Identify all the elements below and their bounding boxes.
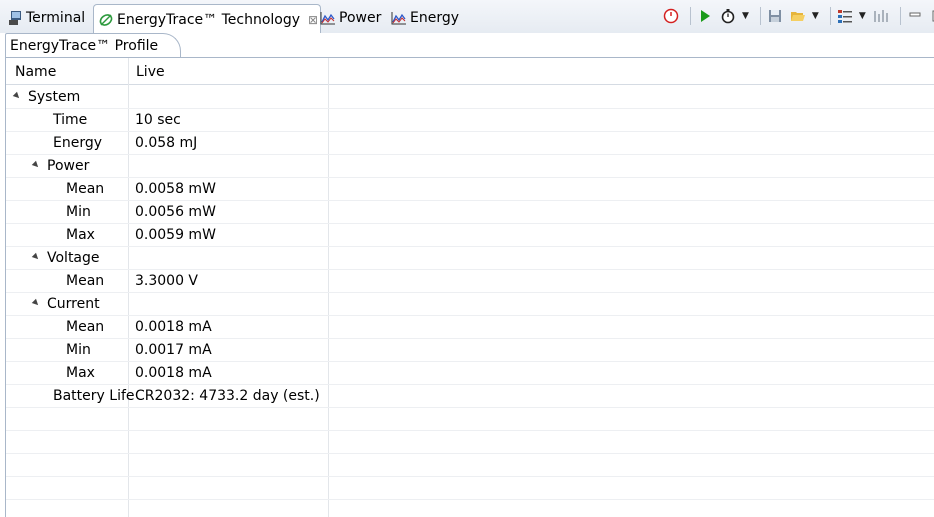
- chart-icon: [391, 10, 407, 26]
- table-row[interactable]: Mean 0.0058 mW: [6, 177, 934, 201]
- table-row: [6, 476, 934, 500]
- stop-icon[interactable]: [662, 7, 680, 25]
- row-name: Mean: [66, 319, 105, 335]
- table-row[interactable]: Mean 3.3000 V: [6, 269, 934, 293]
- row-name: System: [28, 89, 81, 105]
- tab-terminal[interactable]: Terminal: [7, 5, 85, 31]
- subtab-row: EnergyTrace™ Profile: [0, 33, 934, 58]
- table-row[interactable]: Current: [6, 292, 934, 316]
- expand-toggle-icon[interactable]: [31, 298, 41, 308]
- table-row[interactable]: Max 0.0018 mA: [6, 361, 934, 385]
- tab-label: EnergyTrace™ Technology: [117, 11, 301, 28]
- row-value: 0.0059 mW: [135, 227, 216, 243]
- table-row[interactable]: Mean 0.0018 mA: [6, 315, 934, 339]
- row-value: 0.0018 mA: [135, 365, 212, 381]
- row-name: Power: [47, 158, 90, 174]
- play-icon[interactable]: [696, 7, 714, 25]
- view-toolbar: ▼ ▼ ▼: [662, 6, 934, 26]
- table-row[interactable]: Min 0.0017 mA: [6, 338, 934, 362]
- table-row: [6, 453, 934, 477]
- row-name: Min: [66, 204, 91, 220]
- toolbar-separator: [899, 7, 901, 25]
- tab-energytrace-profile[interactable]: EnergyTrace™ Profile: [5, 33, 182, 58]
- row-name: Battery Life: [53, 388, 135, 404]
- expand-toggle-icon[interactable]: [12, 91, 22, 101]
- tab-energy[interactable]: Energy: [391, 5, 459, 31]
- chevron-down-icon[interactable]: ▼: [812, 11, 819, 21]
- table-header: Name Live: [6, 58, 934, 85]
- toolbar-separator: [690, 7, 691, 25]
- row-name: Current: [47, 296, 100, 312]
- energytrace-icon: [98, 12, 114, 28]
- expand-toggle-icon[interactable]: [31, 252, 41, 262]
- close-icon[interactable]: ⊠: [308, 13, 318, 27]
- chevron-down-icon[interactable]: ▼: [859, 11, 866, 21]
- table-row[interactable]: Energy 0.058 mJ: [6, 131, 934, 155]
- toolbar-separator: [759, 7, 761, 25]
- row-value: 0.0056 mW: [135, 204, 216, 220]
- table-row[interactable]: Voltage: [6, 246, 934, 270]
- row-name: Max: [66, 365, 95, 381]
- chart-icon: [320, 10, 336, 26]
- tab-power[interactable]: Power: [320, 5, 381, 31]
- profile-tree-table: Name Live System Time 10 sec Energy 0.058 mJ…: [5, 58, 934, 517]
- row-name: Voltage: [47, 250, 100, 266]
- stopwatch-icon[interactable]: [719, 7, 737, 25]
- terminal-icon: [7, 10, 23, 26]
- table-row[interactable]: Battery Life CR2032: 4733.2 day (est.): [6, 384, 934, 408]
- tab-label: Energy: [410, 10, 460, 26]
- table-row: [6, 407, 934, 431]
- save-icon[interactable]: [766, 7, 784, 25]
- table-row[interactable]: Time 10 sec: [6, 108, 934, 132]
- column-header-live[interactable]: Live: [127, 58, 165, 84]
- row-value: CR2032: 4733.2 day (est.): [135, 388, 320, 404]
- row-name: Min: [66, 342, 91, 358]
- minimize-icon[interactable]: [906, 7, 924, 25]
- row-name: Mean: [66, 181, 105, 197]
- maximize-icon[interactable]: [929, 7, 934, 25]
- column-header-name[interactable]: Name: [6, 58, 56, 84]
- open-folder-icon[interactable]: [789, 7, 807, 25]
- bars-icon[interactable]: [872, 7, 890, 25]
- row-value: 0.0018 mA: [135, 319, 212, 335]
- row-value: 0.0017 mA: [135, 342, 212, 358]
- tab-label: Power: [339, 10, 382, 26]
- table-row[interactable]: Max 0.0059 mW: [6, 223, 934, 247]
- row-value: 10 sec: [135, 112, 181, 128]
- expand-toggle-icon[interactable]: [31, 160, 41, 170]
- tab-label: Terminal: [26, 10, 86, 26]
- table-row[interactable]: System: [6, 85, 934, 109]
- row-name: Time: [53, 112, 88, 128]
- table-row[interactable]: Power: [6, 154, 934, 178]
- row-value: 0.058 mJ: [135, 135, 198, 151]
- view-tab-bar: Terminal EnergyTrace™ Technology ⊠ Power…: [0, 0, 934, 34]
- view-menu-icon[interactable]: [836, 7, 854, 25]
- row-name: Energy: [53, 135, 103, 151]
- chevron-down-icon[interactable]: ▼: [742, 11, 749, 21]
- toolbar-separator: [829, 7, 831, 25]
- row-value: 3.3000 V: [135, 273, 199, 289]
- table-row[interactable]: Min 0.0056 mW: [6, 200, 934, 224]
- tab-energytrace[interactable]: EnergyTrace™ Technology ⊠: [93, 4, 321, 34]
- row-name: Max: [66, 227, 95, 243]
- row-name: Mean: [66, 273, 105, 289]
- table-row: [6, 430, 934, 454]
- row-value: 0.0058 mW: [135, 181, 216, 197]
